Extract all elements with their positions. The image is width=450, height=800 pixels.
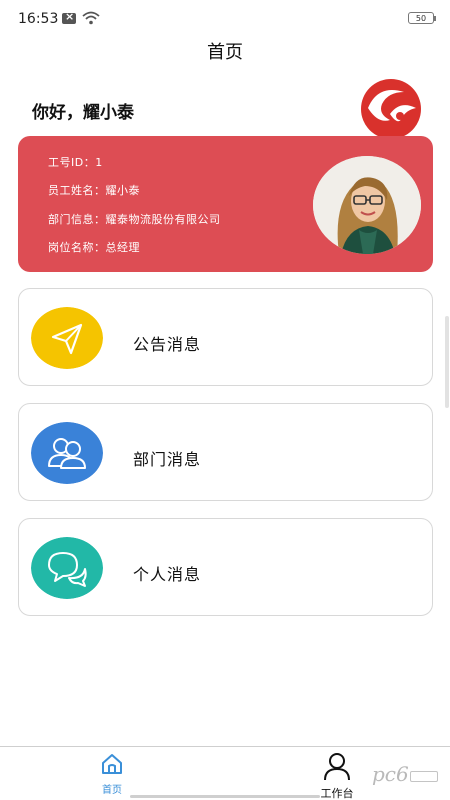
position-label: 岗位名称： [48, 241, 106, 254]
scrollbar[interactable] [445, 316, 449, 408]
wifi-icon [82, 11, 100, 25]
personal-message-label: 个人消息 [133, 565, 202, 584]
employee-name-value: 耀小泰 [105, 184, 140, 197]
tab-home[interactable]: 首页 [77, 751, 147, 796]
notification-icon [62, 10, 76, 24]
battery-icon: 50 [408, 12, 436, 24]
status-bar: 16:53 50 [0, 0, 450, 36]
status-time: 16:53 [18, 11, 59, 27]
employee-id-value: 1 [95, 156, 103, 169]
personal-message-card[interactable]: 个人消息 [18, 518, 433, 616]
employee-id-row: 工号ID：1 [48, 154, 103, 170]
employee-name-row: 员工姓名：耀小泰 [48, 182, 140, 198]
position-row: 岗位名称：总经理 [48, 239, 140, 255]
send-icon [31, 307, 103, 369]
person-icon [324, 753, 350, 781]
tab-home-label: 首页 [102, 785, 122, 796]
employee-id-label: 工号ID： [48, 156, 96, 169]
greeting: 你好，耀小泰 [32, 103, 134, 123]
users-icon [31, 422, 103, 484]
company-logo [361, 79, 421, 139]
home-icon [102, 754, 122, 774]
announcement-label: 公告消息 [133, 335, 202, 354]
department-message-card[interactable]: 部门消息 [18, 403, 433, 501]
department-message-label: 部门消息 [133, 450, 202, 469]
employee-name-label: 员工姓名： [48, 184, 106, 197]
department-label: 部门信息： [48, 213, 106, 226]
chat-icon [31, 537, 103, 599]
department-value: 耀泰物流股份有限公司 [105, 213, 221, 226]
home-indicator [130, 795, 320, 798]
department-row: 部门信息：耀泰物流股份有限公司 [48, 211, 221, 227]
position-value: 总经理 [105, 241, 140, 254]
profile-card[interactable]: 工号ID：1 员工姓名：耀小泰 部门信息：耀泰物流股份有限公司 岗位名称：总经理 [18, 136, 433, 272]
page-title: 首页 [207, 42, 243, 63]
announcement-card[interactable]: 公告消息 [18, 288, 433, 386]
watermark-logo: pc6 [372, 762, 438, 790]
avatar [313, 156, 421, 254]
tab-workbench[interactable]: 工作台 [302, 751, 372, 800]
